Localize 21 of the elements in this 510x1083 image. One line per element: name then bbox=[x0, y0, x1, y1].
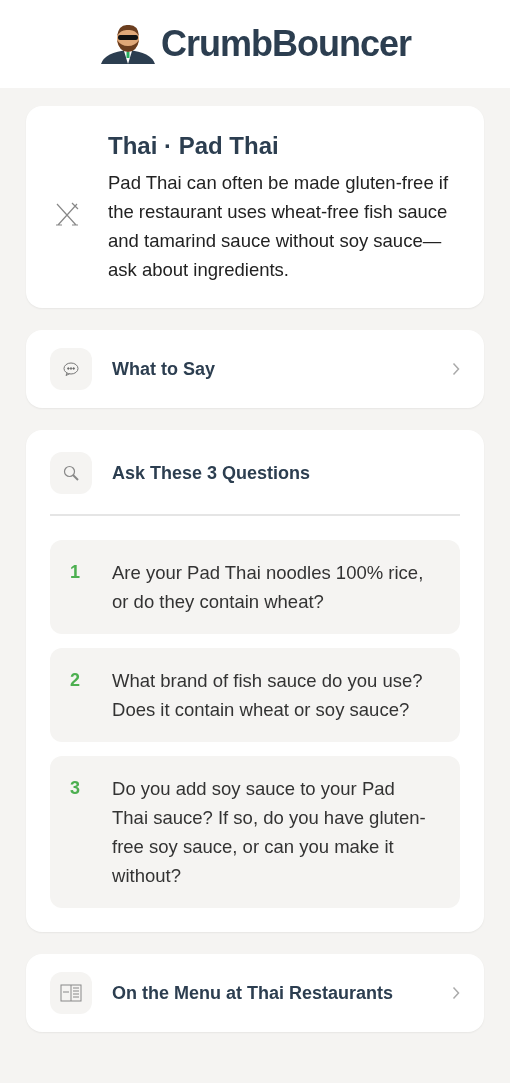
question-text: What brand of fish sauce do you use? Does it contain wheat or soy sauce? bbox=[112, 669, 424, 722]
question-text: Do you add soy sauce to your Pad Thai sauce? If so, do you have gluten-free soy sauce, or can you make it without? bbox=[112, 777, 427, 888]
question-text: Are your Pad Thai noodles 100% rice, or do they contain wheat? bbox=[112, 561, 425, 614]
question-number: 3 bbox=[70, 777, 80, 800]
question-number: 2 bbox=[70, 669, 80, 692]
speech-bubble-icon bbox=[63, 362, 79, 376]
logo-text: CrumbBouncer bbox=[161, 22, 411, 66]
fork-knife-icon bbox=[54, 201, 80, 227]
question-number: 1 bbox=[70, 561, 80, 584]
chevron-right-icon bbox=[452, 362, 460, 376]
open-book-icon bbox=[60, 984, 82, 1002]
dish-title: Thai · Pad Thai bbox=[108, 131, 280, 161]
section-link[interactable]: On the Menu at Thai Restaurants bbox=[26, 954, 484, 1032]
chevron-right-icon bbox=[452, 986, 460, 1000]
section-title: What to Say bbox=[112, 357, 216, 381]
dish-description: Pad Thai can often be made gluten-free if the restaurant uses wheat-free fish sauce and tamarind sauce without soy sauce—ask about ingredients. bbox=[108, 171, 450, 282]
mascot-figure-drawing bbox=[99, 24, 157, 64]
section-title: On the Menu at Thai Restaurants bbox=[112, 981, 395, 1005]
search-icon bbox=[63, 465, 79, 481]
section-link[interactable]: What to Say bbox=[26, 330, 484, 408]
section-title: Ask These 3 Questions bbox=[112, 461, 311, 485]
